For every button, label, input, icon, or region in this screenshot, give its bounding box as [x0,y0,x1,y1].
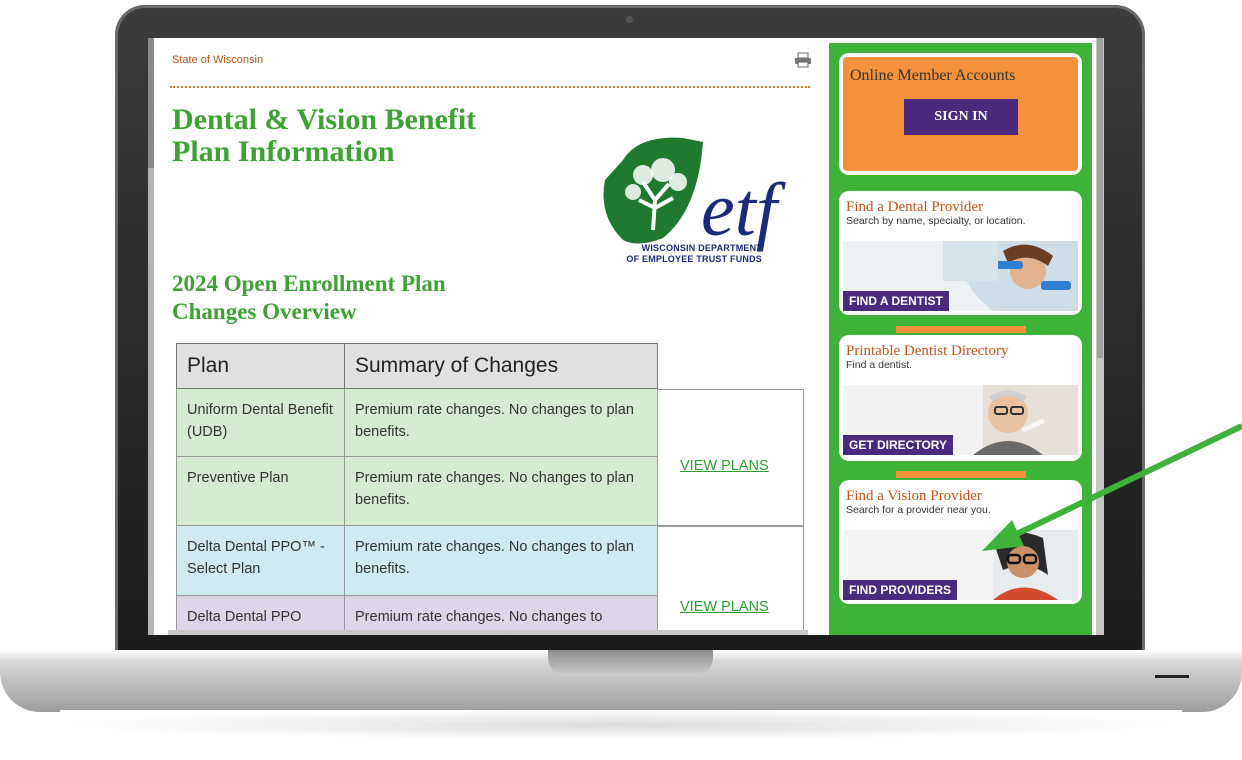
view-plans-link[interactable]: VIEW PLANS [680,599,769,615]
dentist-photo[interactable]: FIND A DENTIST [843,241,1078,311]
view-plans-cell: VIEW PLANS [658,389,804,526]
state-of-wisconsin-link[interactable]: State of Wisconsin [172,54,263,66]
find-providers-button[interactable]: FIND PROVIDERS [843,580,958,600]
column-header-summary: Summary of Changes [355,354,559,377]
dental-provider-title[interactable]: Find a Dental Provider [846,199,983,216]
summary-cell: Premium rate changes. No changes to plan… [355,470,634,508]
table-row: Uniform Dental Benefit (UDB) Premium rat… [176,389,658,457]
header-divider [170,86,810,88]
plan-cell: Delta Dental PPO™ - Select Plan [177,526,345,595]
overview-title: 2024 Open Enrollment Plan Changes Overvi… [172,271,446,324]
table-row: Delta Dental PPO™ - Select Plan Premium … [176,526,658,596]
view-plans-cell: VIEW PLANS [658,526,804,635]
main-content: State of Wisconsin Dental & Vision Benef… [168,38,811,635]
get-directory-button[interactable]: GET DIRECTORY [843,435,954,455]
logo-caption-line1: WISCONSIN DEPARTMENT [641,243,762,253]
view-plans-link[interactable]: VIEW PLANS [680,458,769,474]
online-member-accounts-title: Online Member Accounts [850,67,1016,84]
dentist-directory-title[interactable]: Printable Dentist Directory [846,343,1008,360]
table-row: Preventive Plan Premium rate changes. No… [176,457,658,526]
page-title: Dental & Vision Benefit Plan Information [172,103,477,168]
printer-icon[interactable] [794,52,812,68]
dental-provider-subtitle: Search by name, specialty, or location. [846,215,1026,227]
column-header-plan: Plan [177,344,345,388]
logo-caption: WISCONSIN DEPARTMENT OF EMPLOYEE TRUST F… [592,243,762,265]
online-member-accounts-card: Online Member Accounts SIGN IN [839,53,1082,175]
dental-provider-card[interactable]: Find a Dental Provider Search by name, s… [839,191,1082,315]
dentist-directory-subtitle: Find a dentist. [846,359,912,371]
laptop-notch [548,650,713,676]
laptop-side-mark [1155,675,1189,678]
logo-caption-line2: OF EMPLOYEE TRUST FUNDS [626,254,762,264]
laptop-shadow [60,710,1182,740]
svg-text:etf: etf [701,168,786,252]
sign-in-button[interactable]: SIGN IN [904,99,1018,135]
find-a-dentist-button[interactable]: FIND A DENTIST [843,291,949,311]
plan-cell: Uniform Dental Benefit (UDB) [177,389,345,456]
summary-cell: Premium rate changes. No changes to plan… [355,402,634,440]
footer-strip [168,630,808,635]
table-header: Plan Summary of Changes [176,343,658,389]
webcam-icon [626,16,633,23]
right-scrollbar-thumb[interactable] [1097,38,1103,358]
card-divider [896,326,1026,333]
annotation-arrow [982,423,1242,551]
left-scrollbar-thumb[interactable] [148,38,154,168]
plan-cell: Preventive Plan [177,457,345,525]
summary-cell: Premium rate changes. No changes to plan… [355,539,634,577]
left-scrollbar[interactable] [148,38,154,635]
